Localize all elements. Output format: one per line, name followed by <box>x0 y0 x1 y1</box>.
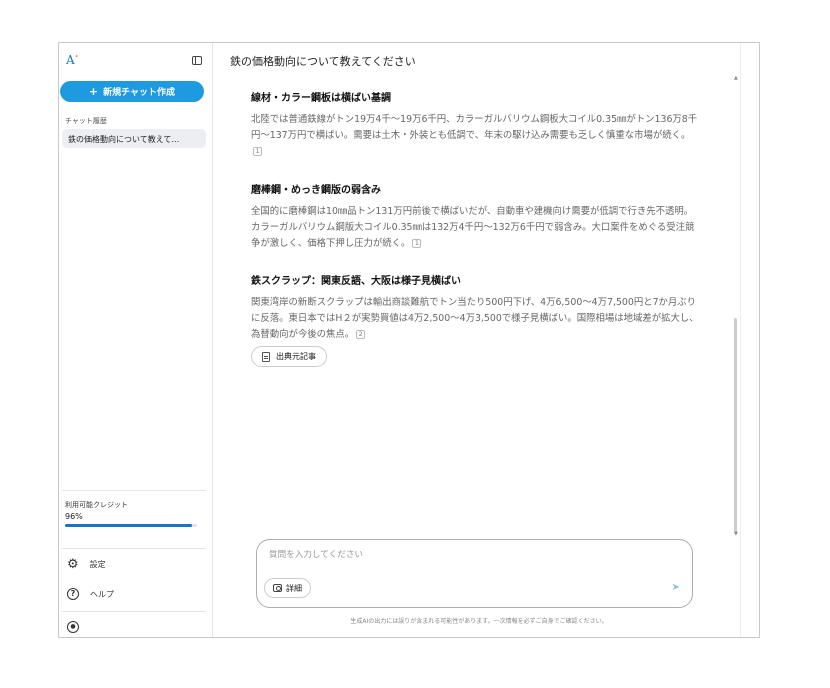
divider <box>740 43 741 637</box>
section-body: 北陸では普通鉄線がトン19万4千〜19万6千円、カラーガルバリウム鋼板大コイル0… <box>251 114 698 156</box>
detail-button[interactable]: 詳細 <box>264 578 311 598</box>
section-heading: 鉄スクラップ：関東反語、大阪は様子見横ばい <box>251 276 461 287</box>
citation-badge[interactable]: 1 <box>253 147 262 156</box>
citation-badge[interactable]: 1 <box>412 239 422 248</box>
divider <box>62 490 206 491</box>
disclaimer-text: 生成AIの出力には誤りが含まれる可能性があります。一次情報を必ずご自身でご確認く… <box>350 618 608 625</box>
scrollbar-thumb[interactable] <box>734 318 737 533</box>
chat-history-label: チャット履歴 <box>65 117 107 125</box>
app-logo[interactable]: A• <box>66 53 79 67</box>
help-label: ヘルプ <box>90 589 114 599</box>
settings-label: 設定 <box>89 560 106 569</box>
history-item-selected[interactable]: 鉄の価格動向について教えて… <box>62 129 206 148</box>
question-input[interactable] <box>269 550 669 560</box>
new-chat-label: 新規チャット作成 <box>103 88 176 98</box>
credit-value: 96% <box>65 512 83 521</box>
chat-input-box: 詳細 ➤ <box>256 539 693 608</box>
source-button-label: 出典元記事 <box>276 352 316 361</box>
chat-main: 鉄の価格動向について教えてください ▲ ▼ 線材・カラー鋼板は横ばい基調 北陸で… <box>214 43 759 637</box>
user-icon: ● <box>67 621 79 633</box>
section-body: 関東湾岸の新断スクラップは輸出商談難航でトン当たり500円下げ、4万6,500〜… <box>251 297 699 340</box>
send-icon[interactable]: ➤ <box>672 582 680 593</box>
sidebar: A• + 新規チャット作成 チャット履歴 鉄の価格動向について教えて… 利用可能… <box>59 43 213 637</box>
scroll-up-arrow[interactable]: ▲ <box>734 75 738 81</box>
credit-progress-fill <box>65 524 192 527</box>
divider <box>62 548 206 549</box>
detail-button-label: 詳細 <box>286 583 302 593</box>
settings-button[interactable]: ⚙ 設定 <box>67 558 106 571</box>
document-icon <box>262 351 270 362</box>
scroll-down-arrow[interactable]: ▼ <box>734 531 738 537</box>
chat-title: 鉄の価格動向について教えてください <box>230 55 416 68</box>
account-button[interactable]: ● <box>67 621 79 633</box>
answer-section: 線材・カラー鋼板は横ばい基調 北陸では普通鉄線がトン19万4千〜19万6千円、カ… <box>251 89 701 160</box>
sidebar-toggle-icon[interactable] <box>192 56 202 65</box>
new-chat-button[interactable]: + 新規チャット作成 <box>60 81 204 102</box>
credit-label: 利用可能クレジット <box>65 501 128 509</box>
app-window: A• + 新規チャット作成 チャット履歴 鉄の価格動向について教えて… 利用可能… <box>58 42 760 638</box>
logo-mark: • <box>74 53 79 61</box>
plus-icon: + <box>88 85 99 98</box>
source-articles-button[interactable]: 出典元記事 <box>251 346 327 367</box>
credit-progress-bar <box>65 524 197 527</box>
camera-icon <box>273 584 282 592</box>
answer-section: 鉄スクラップ：関東反語、大阪は様子見横ばい 関東湾岸の新断スクラップは輸出商談難… <box>251 272 701 343</box>
section-body: 全国的に磨棒鋼は10㎜品トン131万円前後で横ばいだが、自動車や建機向け需要が低… <box>251 206 695 249</box>
gear-icon: ⚙ <box>67 557 79 572</box>
section-heading: 線材・カラー鋼板は横ばい基調 <box>251 93 391 104</box>
citation-badge[interactable]: 2 <box>356 330 366 339</box>
divider <box>62 611 206 612</box>
help-icon: ? <box>67 588 79 600</box>
section-heading: 磨棒鋼・めっき鋼版の弱含み <box>251 185 381 196</box>
answer-section: 磨棒鋼・めっき鋼版の弱含み 全国的に磨棒鋼は10㎜品トン131万円前後で横ばいだ… <box>251 181 701 252</box>
help-button[interactable]: ? ヘルプ <box>67 588 114 600</box>
